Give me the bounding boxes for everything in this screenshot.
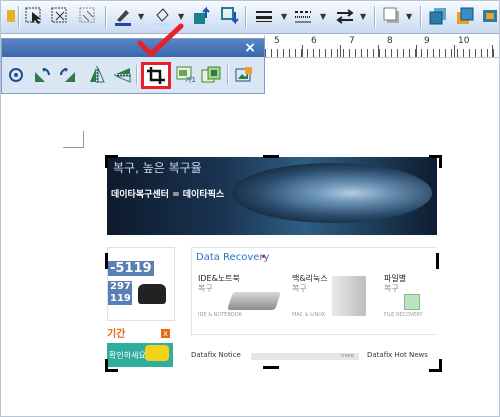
toolbar-separator <box>420 6 421 28</box>
hard-drive-image <box>227 292 281 310</box>
phone-number-2b: 119 <box>110 293 131 304</box>
crop-button[interactable] <box>141 62 171 89</box>
more-link: more <box>341 353 354 359</box>
period-label: 기간 <box>107 329 126 340</box>
bring-forward-icon[interactable] <box>192 6 212 26</box>
section-title: Data Recovery <box>196 252 270 263</box>
service-small: MAC & LINUX <box>292 312 326 318</box>
toolbar-separator <box>136 65 137 85</box>
service-sub: 복구 <box>292 284 307 293</box>
close-icon[interactable]: × <box>244 39 256 57</box>
crop-handle-bottom-left[interactable] <box>105 359 118 372</box>
reset-picture-icon[interactable] <box>5 64 27 86</box>
line-color-dropdown-icon[interactable]: ▼ <box>138 12 144 21</box>
arrow-style-icon[interactable] <box>335 6 355 26</box>
crop-handle-bottom-right[interactable] <box>429 359 442 372</box>
line-style-dropdown-icon[interactable]: ▼ <box>281 12 287 21</box>
ruler-label: 10 <box>458 36 470 46</box>
ruler-label: 6 <box>311 36 317 46</box>
line-color-icon[interactable] <box>113 6 133 26</box>
file-icon <box>404 294 420 310</box>
line-style-icon[interactable] <box>254 6 274 26</box>
contact-panel: -5119 2977 119 기간 x 확인하세요 <box>107 247 175 367</box>
banner-heading: 복구, 높은 복구율 <box>113 161 202 175</box>
picture-style-icon[interactable]: 가1 <box>174 64 196 86</box>
shadow-icon[interactable] <box>382 6 402 26</box>
3d-style-icon[interactable] <box>428 6 448 26</box>
fill-color-dropdown-icon[interactable]: ▼ <box>178 12 184 21</box>
document-window: ▼ ▼ ▼ ▼ ▼ ▼ 5 6 7 8 9 10 × 가1 복구, 높은 복구율… <box>0 0 500 417</box>
ruler-label: 7 <box>349 36 355 46</box>
rotate-left-icon[interactable] <box>31 64 53 86</box>
service-sub: 복구 <box>198 284 213 293</box>
selected-picture[interactable]: 복구, 높은 복구율 데이타복구센터 = 데이타픽스 -5119 2977 11… <box>107 157 437 367</box>
select-cells-icon[interactable] <box>78 6 98 26</box>
crop-handle-left[interactable] <box>105 253 108 269</box>
phone-number-1: -5119 <box>108 261 154 276</box>
news-row: Datafix Notice more Datafix Hot News <box>191 351 437 367</box>
crop-icon <box>147 67 165 84</box>
picture-toolbar-titlebar[interactable]: × <box>2 39 264 57</box>
title-dot <box>262 255 265 258</box>
checkmark-icon <box>137 23 184 57</box>
more-styles-icon[interactable] <box>481 6 499 26</box>
notice-title: Datafix Notice <box>191 351 241 359</box>
select-objects-icon[interactable] <box>24 6 44 26</box>
mac-pro-image <box>332 276 366 316</box>
arrow-style-dropdown-icon[interactable]: ▼ <box>360 12 366 21</box>
toolbar-separator <box>18 6 19 28</box>
close-icon: x <box>161 329 170 338</box>
service-small: IDE & NOTEBOOK <box>198 312 242 318</box>
banner-subheading: 데이타복구센터 = 데이타픽스 <box>111 190 225 200</box>
ruler-label: 9 <box>424 36 430 46</box>
service-mac-title: 맥&리눅스 복구 <box>292 274 328 294</box>
picture-banner: 복구, 높은 복구율 데이타복구센터 = 데이타픽스 <box>107 157 437 235</box>
service-small: FILE RECOVERY <box>384 312 423 318</box>
wrap-icon[interactable] <box>455 6 475 26</box>
text-boundary-mark <box>63 131 84 148</box>
picture-style-label: 가1 <box>185 76 196 84</box>
flip-vertical-icon[interactable] <box>112 64 134 86</box>
toolbar-separator <box>245 6 246 28</box>
phone-number-2a: 2977 <box>110 281 138 292</box>
crop-handle-top[interactable] <box>263 155 279 158</box>
crop-handle-right[interactable] <box>436 253 439 269</box>
telephone-icon <box>138 284 166 304</box>
crop-handle-top-right[interactable] <box>429 155 442 168</box>
toolbar-separator <box>374 6 375 28</box>
picture-format-icon[interactable] <box>233 64 255 86</box>
toolbar-separator <box>227 65 228 85</box>
service-sub: 복구 <box>384 284 399 293</box>
service-title: IDE&노트북 <box>198 274 240 283</box>
phone-box: -5119 2977 119 <box>107 247 175 321</box>
ruler-label: 5 <box>274 36 280 46</box>
ruler-label: 8 <box>387 36 393 46</box>
service-title: 맥&리눅스 <box>292 274 328 283</box>
dash-style-icon[interactable] <box>293 6 313 26</box>
crop-handle-bottom[interactable] <box>263 366 279 369</box>
rotate-right-icon[interactable] <box>57 64 79 86</box>
crop-handle-top-left[interactable] <box>105 155 118 168</box>
flip-horizontal-icon[interactable] <box>86 64 108 86</box>
service-title: 파일별 <box>384 274 407 283</box>
service-ide-title: IDE&노트북 복구 <box>198 274 240 294</box>
dash-style-dropdown-icon[interactable]: ▼ <box>320 12 326 21</box>
insert-picture-icon[interactable] <box>200 64 222 86</box>
data-recovery-section: Data Recovery IDE&노트북 복구 IDE & NOTEBOOK … <box>191 247 437 335</box>
send-backward-icon[interactable] <box>220 6 240 26</box>
phone-number-2: 2977 119 <box>108 281 138 305</box>
ruler-major-ticks <box>265 45 499 57</box>
horizontal-ruler: 5 6 7 8 9 10 <box>264 35 499 58</box>
picture-toolbar: × 가1 <box>1 23 265 94</box>
select-grouped-icon[interactable] <box>50 6 70 26</box>
shadow-dropdown-icon[interactable]: ▼ <box>406 12 412 21</box>
toolbar-separator <box>105 6 106 28</box>
drawing-toolbar: ▼ ▼ ▼ ▼ ▼ ▼ <box>1 1 499 34</box>
service-file-title: 파일별 복구 <box>384 274 406 294</box>
hard-disk-image <box>232 163 432 223</box>
coins-icon <box>145 345 169 361</box>
hot-news-title: Datafix Hot News <box>367 351 428 359</box>
